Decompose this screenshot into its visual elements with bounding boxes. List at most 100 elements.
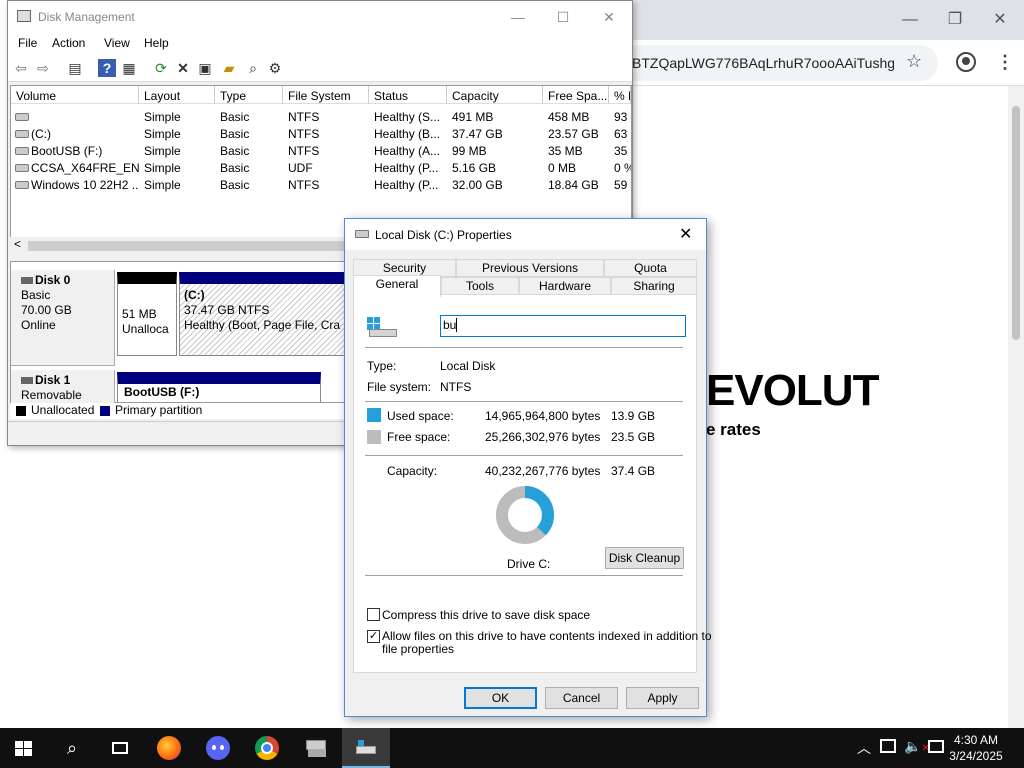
table-cell[interactable]: Basic <box>220 178 283 192</box>
compress-checkbox[interactable] <box>367 608 380 621</box>
table-cell[interactable]: CCSA_X64FRE_EN-... <box>31 161 139 175</box>
table-cell[interactable]: 35 <box>614 144 631 158</box>
restore-icon[interactable]: ❐ <box>940 8 970 32</box>
firefox-icon[interactable] <box>157 736 181 760</box>
volume-muted-icon[interactable]: 🔈✕ <box>904 738 930 755</box>
page-scroll-thumb[interactable] <box>1012 106 1020 340</box>
minimize-icon[interactable]: — <box>895 8 925 32</box>
network-icon[interactable] <box>880 739 896 753</box>
apply-button[interactable]: Apply <box>626 687 699 709</box>
dialog-titlebar[interactable]: Local Disk (C:) Properties ✕ <box>345 219 706 250</box>
menu-file[interactable]: File <box>18 36 37 50</box>
open-folder-icon[interactable]: ▰ <box>220 59 238 77</box>
drive-properties-taskbar-icon[interactable] <box>354 736 378 760</box>
disk1-bootusb-partition[interactable]: BootUSB (F:) <box>117 372 321 402</box>
table-cell[interactable]: Simple <box>144 178 215 192</box>
tray-chevron-icon[interactable]: ︿ <box>857 738 871 758</box>
col-file-system[interactable]: File System <box>283 86 369 104</box>
console-tree-icon[interactable]: ▤ <box>66 59 84 77</box>
table-cell[interactable]: NTFS <box>288 144 369 158</box>
properties-icon[interactable]: ▣ <box>196 59 214 77</box>
col-percent-free[interactable]: % F <box>609 86 631 104</box>
compress-label[interactable]: Compress this drive to save disk space <box>382 608 590 622</box>
col-volume[interactable]: Volume <box>11 86 139 104</box>
table-cell[interactable]: 93 <box>614 110 631 124</box>
col-status[interactable]: Status <box>369 86 447 104</box>
disk-cleanup-button[interactable]: Disk Cleanup <box>605 547 684 569</box>
scroll-left-arrow[interactable]: < <box>14 237 21 251</box>
notification-icon[interactable] <box>928 740 944 753</box>
delete-icon[interactable]: ✕ <box>174 59 192 77</box>
chrome-icon[interactable] <box>255 736 279 760</box>
tab-hardware[interactable]: Hardware <box>519 277 611 295</box>
table-cell[interactable]: 0 MB <box>548 161 609 175</box>
menu-help[interactable]: Help <box>144 36 169 50</box>
dialog-close-icon[interactable]: ✕ <box>679 224 692 244</box>
table-cell[interactable]: BootUSB (F:) <box>31 144 139 158</box>
profile-icon[interactable] <box>956 52 976 72</box>
table-cell[interactable]: Simple <box>144 127 215 141</box>
table-cell[interactable]: 59 <box>614 178 631 192</box>
table-cell[interactable]: Healthy (B... <box>374 127 447 141</box>
col-type[interactable]: Type <box>215 86 283 104</box>
bookmark-star-icon[interactable]: ☆ <box>906 51 922 72</box>
properties-view-icon[interactable]: ▦ <box>120 59 138 77</box>
task-view-icon[interactable] <box>108 736 132 760</box>
col-free-space[interactable]: Free Spa... <box>543 86 609 104</box>
table-cell[interactable]: NTFS <box>288 110 369 124</box>
start-windows-icon[interactable] <box>12 736 36 760</box>
table-cell[interactable]: 458 MB <box>548 110 609 124</box>
search-icon[interactable]: ⌕ <box>244 59 262 77</box>
col-layout[interactable]: Layout <box>139 86 215 104</box>
index-checkbox[interactable]: ✓ <box>367 630 380 643</box>
table-cell[interactable]: Simple <box>144 161 215 175</box>
table-cell[interactable]: 23.57 GB <box>548 127 609 141</box>
dm-maximize-icon[interactable]: ☐ <box>551 7 575 27</box>
table-cell[interactable]: Healthy (S... <box>374 110 447 124</box>
tab-previous-versions[interactable]: Previous Versions <box>456 259 604 277</box>
system-clock[interactable]: 4:30 AM 3/24/2025 <box>948 732 1004 764</box>
close-icon[interactable]: ✕ <box>985 8 1015 32</box>
help-icon[interactable]: ? <box>98 59 116 77</box>
discord-icon[interactable] <box>206 736 230 760</box>
url-text[interactable]: BTZQapLWG776BAqLrhuR7oooAAiTushg... <box>632 55 894 71</box>
table-cell[interactable]: NTFS <box>288 127 369 141</box>
table-cell[interactable]: Simple <box>144 110 215 124</box>
disk0-c-partition[interactable]: (C:) 37.47 GB NTFS Healthy (Boot, Page F… <box>179 272 345 356</box>
table-cell[interactable]: Simple <box>144 144 215 158</box>
table-cell[interactable]: Basic <box>220 110 283 124</box>
index-label[interactable]: Allow files on this drive to have conten… <box>382 630 712 656</box>
search-icon[interactable]: ⌕ <box>60 736 84 760</box>
disk0-unallocated-partition[interactable]: 51 MB Unalloca <box>117 272 177 356</box>
table-cell[interactable]: 491 MB <box>452 110 543 124</box>
settings-icon[interactable]: ⚙ <box>266 59 284 77</box>
forward-icon[interactable]: ⇨ <box>34 59 52 77</box>
table-cell[interactable]: 5.16 GB <box>452 161 543 175</box>
tab-sharing[interactable]: Sharing <box>611 277 697 295</box>
table-cell[interactable]: Windows 10 22H2 ... <box>31 178 139 192</box>
dm-close-icon[interactable]: ✕ <box>597 7 621 27</box>
table-cell[interactable]: Healthy (P... <box>374 161 447 175</box>
table-cell[interactable]: 35 MB <box>548 144 609 158</box>
table-cell[interactable]: Healthy (A... <box>374 144 447 158</box>
table-cell[interactable]: 63 <box>614 127 631 141</box>
menu-view[interactable]: View <box>104 36 130 50</box>
table-cell[interactable]: NTFS <box>288 178 369 192</box>
menu-action[interactable]: Action <box>52 36 85 50</box>
disk0-label[interactable]: Disk 0 Basic 70.00 GB Online <box>11 270 115 366</box>
tab-quota[interactable]: Quota <box>604 259 697 277</box>
table-cell[interactable]: Healthy (P... <box>374 178 447 192</box>
refresh-icon[interactable]: ⟳ <box>152 59 170 77</box>
table-cell[interactable]: Basic <box>220 127 283 141</box>
tab-tools[interactable]: Tools <box>441 277 519 295</box>
ok-button[interactable]: OK <box>464 687 537 709</box>
volume-name-input[interactable]: bu <box>440 315 686 337</box>
tab-general[interactable]: General <box>353 275 441 297</box>
table-cell[interactable]: Basic <box>220 144 283 158</box>
disk1-label[interactable]: Disk 1 Removable <box>11 370 115 404</box>
disk-management-taskbar-icon[interactable] <box>304 736 328 760</box>
col-capacity[interactable]: Capacity <box>447 86 543 104</box>
table-cell[interactable]: 0 % <box>614 161 631 175</box>
cancel-button[interactable]: Cancel <box>545 687 618 709</box>
dm-minimize-icon[interactable]: — <box>506 7 530 27</box>
